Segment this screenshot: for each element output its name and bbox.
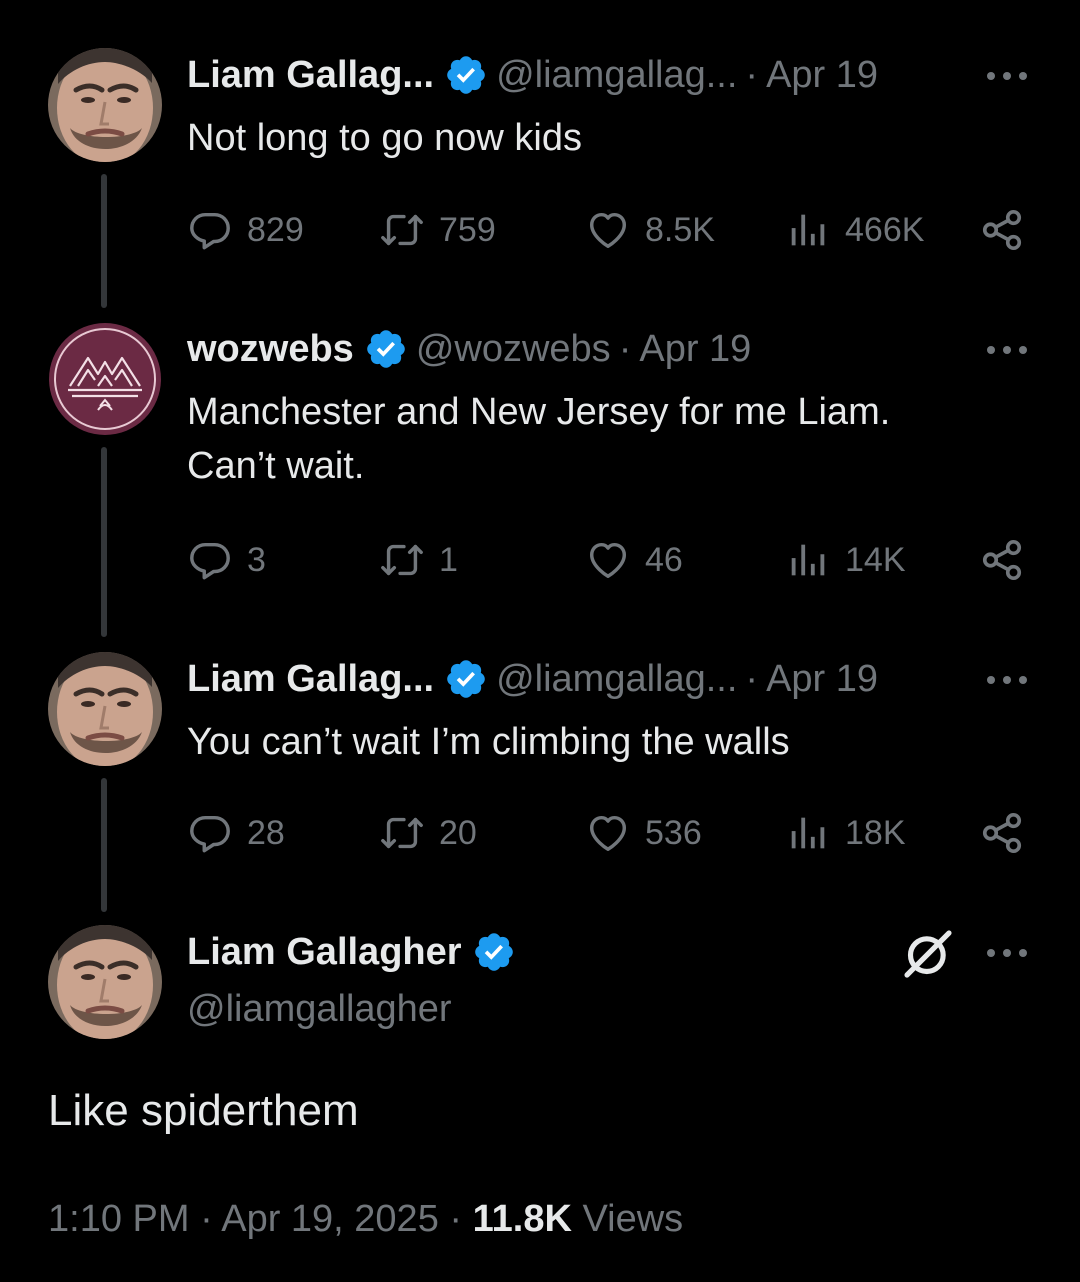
retweet-icon [379, 207, 425, 253]
like-count: 536 [645, 813, 702, 852]
retweet-icon [379, 537, 425, 583]
avatar-image [48, 48, 162, 162]
grok-icon[interactable] [900, 926, 956, 982]
views-label: Views [582, 1198, 684, 1240]
more-icon[interactable] [987, 673, 1027, 687]
handle[interactable]: @liamgallag... [496, 658, 737, 701]
views-button[interactable]: 18K [785, 808, 906, 858]
reply-icon [187, 207, 233, 253]
reply-button[interactable]: 829 [187, 205, 304, 255]
reply-button[interactable]: 3 [187, 535, 266, 585]
like-count: 46 [645, 540, 683, 579]
more-icon[interactable] [987, 343, 1027, 357]
views-icon [785, 207, 831, 253]
views-icon [785, 537, 831, 583]
like-icon [585, 207, 631, 253]
more-icon[interactable] [987, 946, 1027, 960]
display-name[interactable]: Liam Gallag... [187, 658, 434, 701]
avatar-image [48, 652, 162, 766]
timestamp[interactable]: Apr 19 [766, 658, 878, 701]
display-name[interactable]: Liam Gallag... [187, 54, 434, 97]
verified-badge-icon [472, 930, 516, 974]
handle[interactable]: @liamgallag... [496, 54, 737, 97]
reply-count: 829 [247, 210, 304, 249]
main-tweet-handle-row: @liamgallagher [187, 984, 452, 1034]
separator: · [200, 1198, 213, 1240]
share-button[interactable] [979, 535, 1025, 585]
verified-badge-icon [444, 53, 488, 97]
separator: · [618, 327, 632, 370]
tweet-header: Liam Gallag... @liamgallag... · Apr 19 [187, 654, 878, 704]
retweet-count: 759 [439, 210, 496, 249]
like-button[interactable]: 46 [585, 535, 683, 585]
tweet-meta: 1:10 PM · Apr 19, 2025 · 11.8K Views [48, 1198, 683, 1241]
reply-icon [187, 537, 233, 583]
reply-button[interactable]: 28 [187, 808, 285, 858]
reply-count: 28 [247, 813, 285, 852]
share-icon [979, 810, 1025, 856]
retweet-count: 1 [439, 540, 458, 579]
tweet-text: You can’t wait I’m climbing the walls [187, 721, 790, 763]
more-icon[interactable] [987, 69, 1027, 83]
tweet-actions: 28 20 536 18K [187, 808, 1027, 858]
verified-badge-icon [444, 657, 488, 701]
avatar[interactable] [48, 48, 162, 162]
avatar[interactable] [48, 322, 162, 436]
wozwebs-logo-icon [49, 323, 161, 435]
tweet-date[interactable]: Apr 19, 2025 [221, 1198, 439, 1240]
display-name[interactable]: wozwebs [187, 328, 354, 371]
retweet-count: 20 [439, 813, 477, 852]
share-icon [979, 537, 1025, 583]
avatar[interactable] [48, 652, 162, 766]
timestamp[interactable]: Apr 19 [766, 54, 878, 97]
tweet-text: Manchester and New Jersey for me Liam. C… [187, 391, 891, 487]
separator: · [745, 657, 759, 700]
main-tweet-header: Liam Gallagher [187, 927, 524, 977]
tweet-actions: 3 1 46 14K [187, 535, 1027, 585]
share-icon [979, 207, 1025, 253]
tweet-text: Not long to go now kids [187, 117, 583, 159]
tweet-header: wozwebs @wozwebs · Apr 19 [187, 324, 751, 374]
views-count: 14K [845, 540, 906, 579]
views-total: 11.8K [472, 1198, 572, 1240]
tweet-time[interactable]: 1:10 PM [48, 1198, 190, 1240]
retweet-button[interactable]: 1 [379, 535, 458, 585]
views-button[interactable]: 14K [785, 535, 906, 585]
share-button[interactable] [979, 808, 1025, 858]
like-button[interactable]: 536 [585, 808, 702, 858]
retweet-icon [379, 810, 425, 856]
like-icon [585, 537, 631, 583]
views-count: 466K [845, 210, 925, 249]
display-name[interactable]: Liam Gallagher [187, 931, 462, 974]
main-tweet-text: Like spiderthem [48, 1086, 359, 1135]
thread-line [101, 174, 107, 308]
thread-line [101, 778, 107, 912]
views-button[interactable]: 466K [785, 205, 924, 255]
reply-icon [187, 810, 233, 856]
like-count: 8.5K [645, 210, 715, 249]
tweet-actions: 829 759 8.5K 466K [187, 205, 1027, 255]
verified-badge-icon [364, 327, 408, 371]
handle[interactable]: @liamgallagher [187, 988, 452, 1031]
timestamp[interactable]: Apr 19 [639, 328, 751, 371]
share-button[interactable] [979, 205, 1025, 255]
views-icon [785, 810, 831, 856]
like-button[interactable]: 8.5K [585, 205, 715, 255]
retweet-button[interactable]: 759 [379, 205, 496, 255]
like-icon [585, 810, 631, 856]
separator: · [449, 1198, 463, 1240]
avatar-image [48, 925, 162, 1039]
handle[interactable]: @wozwebs [416, 328, 611, 371]
thread-line [101, 447, 107, 637]
reply-count: 3 [247, 540, 266, 579]
tweet-header: Liam Gallag... @liamgallag... · Apr 19 [187, 50, 878, 100]
avatar[interactable] [48, 925, 162, 1039]
retweet-button[interactable]: 20 [379, 808, 477, 858]
views-count: 18K [845, 813, 906, 852]
separator: · [745, 53, 759, 96]
